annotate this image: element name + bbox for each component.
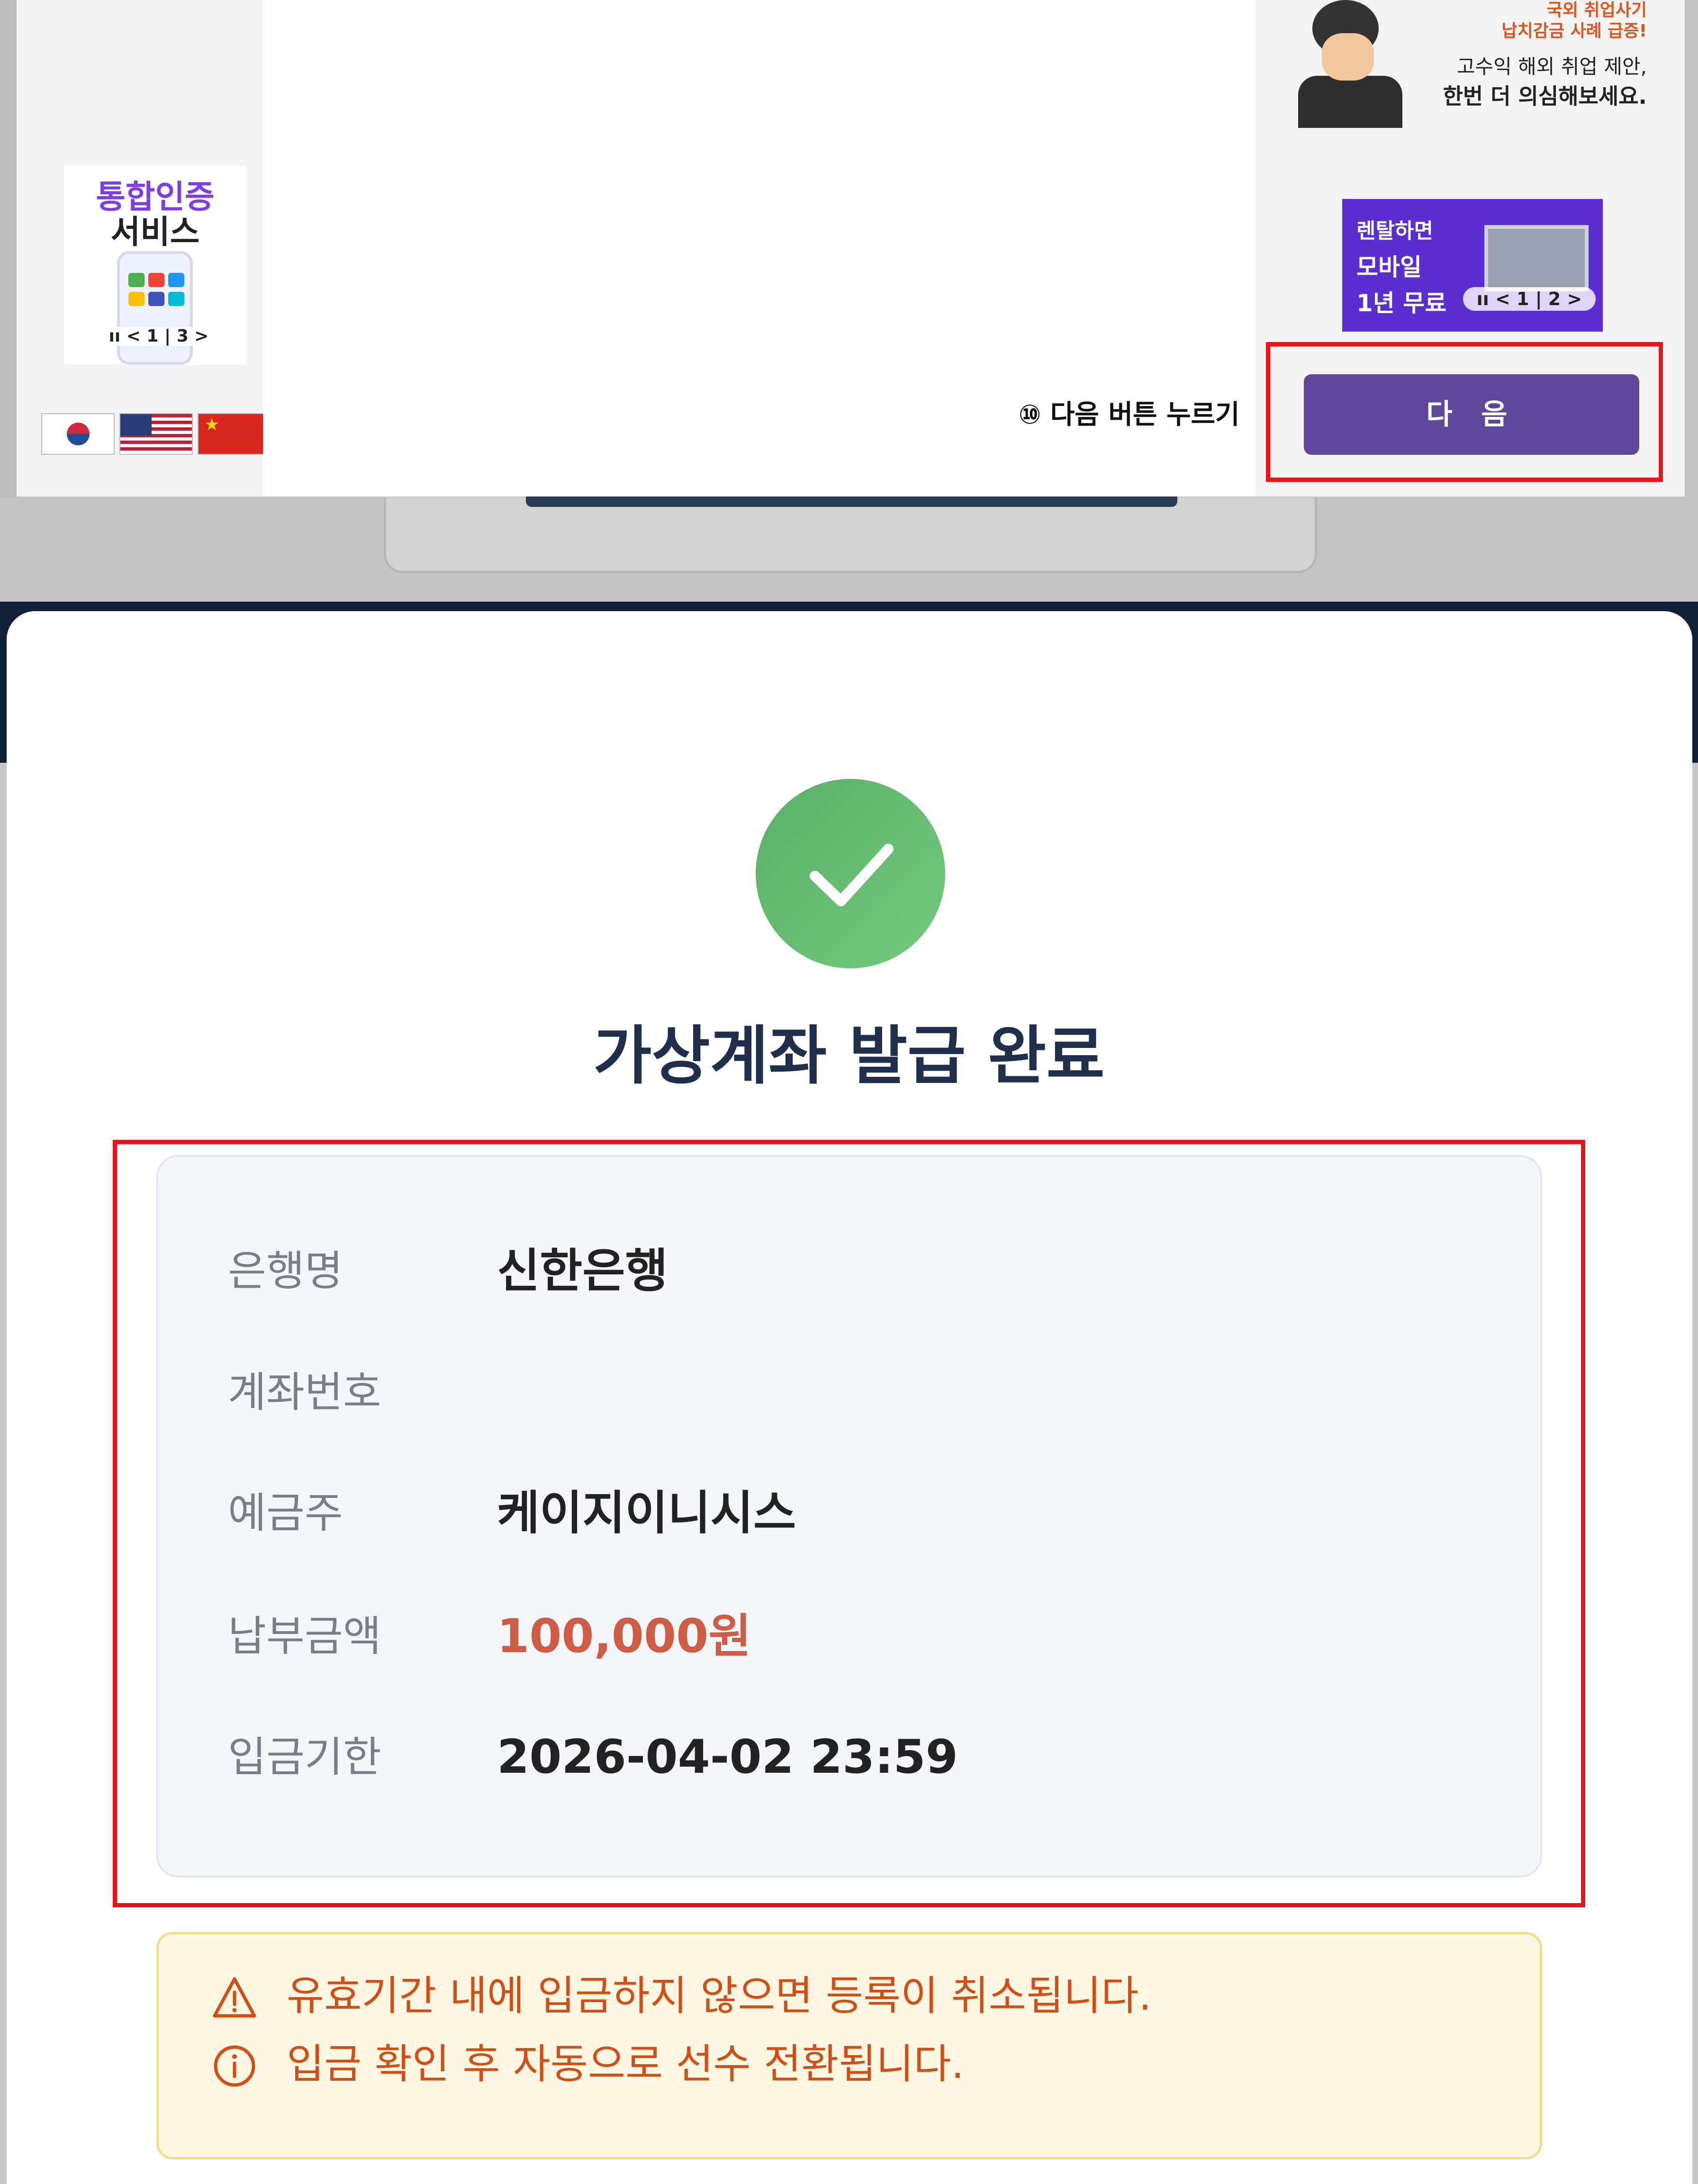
banner-subtitle: 서비스 (110, 214, 200, 251)
background-card-button (526, 496, 1177, 507)
notice-line-info: 입금 확인 후 자동으로 선수 전환됩니다. (159, 2036, 1540, 2093)
warning-dark-text: 고수익 해외 취업 제안, 한번 더 의심해보세요. (1443, 55, 1647, 109)
success-check-icon (756, 779, 945, 968)
info-icon (211, 2042, 258, 2090)
background-page: 통합인증 서비스 ıı < 1 | 3 > ★ 국외 취업사기 납치감금 사례 … (0, 0, 1698, 602)
account-info-highlight (113, 1140, 1585, 1907)
notice-text-info: 입금 확인 후 자동으로 선수 전환됩니다. (287, 2040, 964, 2088)
notice-line-warning: 유효기간 내에 입금하지 않으면 등록이 취소됩니다. (159, 1967, 1540, 2024)
step-instruction-label: ⑩ 다음 버튼 누르기 (1019, 399, 1240, 430)
background-card (384, 497, 1317, 573)
job-scam-warning-banner[interactable]: 국외 취업사기 납치감금 사례 급증! 고수익 해외 취업 제안, 한번 더 의… (1255, 0, 1685, 137)
tv-image-icon (1484, 225, 1589, 291)
left-sidebar: 통합인증 서비스 ıı < 1 | 3 > (17, 0, 271, 496)
china-flag-icon[interactable] (198, 413, 271, 455)
notice-box: 유효기간 내에 입금하지 않으면 등록이 취소됩니다. 입금 확인 후 자동으로… (156, 1932, 1542, 2159)
rental-promo-banner[interactable]: 렌탈하면 모바일 1년 무료 ıı < 1 | 2 > (1342, 199, 1603, 332)
dim-strip (0, 0, 17, 497)
next-button-highlight (1266, 342, 1663, 482)
warning-red-text: 국외 취업사기 납치감금 사례 급증! (1501, 0, 1647, 41)
banner-pager[interactable]: ıı < 1 | 3 > (88, 327, 230, 346)
rental-promo-text: 렌탈하면 모바일 1년 무료 (1356, 219, 1447, 317)
rental-banner-pager[interactable]: ıı < 1 | 2 > (1463, 287, 1596, 311)
suspect-illustration-icon (1274, 0, 1417, 133)
warning-icon (211, 1974, 258, 2022)
usa-flag-icon[interactable] (119, 413, 193, 455)
phone-illustration (117, 251, 193, 365)
notice-text-warning: 유효기간 내에 입금하지 않으면 등록이 취소됩니다. (287, 1972, 1152, 2020)
auth-service-banner[interactable]: 통합인증 서비스 ıı < 1 | 3 > (64, 166, 246, 365)
modal-title: 가상계좌 발급 완료 (593, 1019, 1105, 1093)
korea-flag-icon[interactable] (41, 413, 115, 455)
